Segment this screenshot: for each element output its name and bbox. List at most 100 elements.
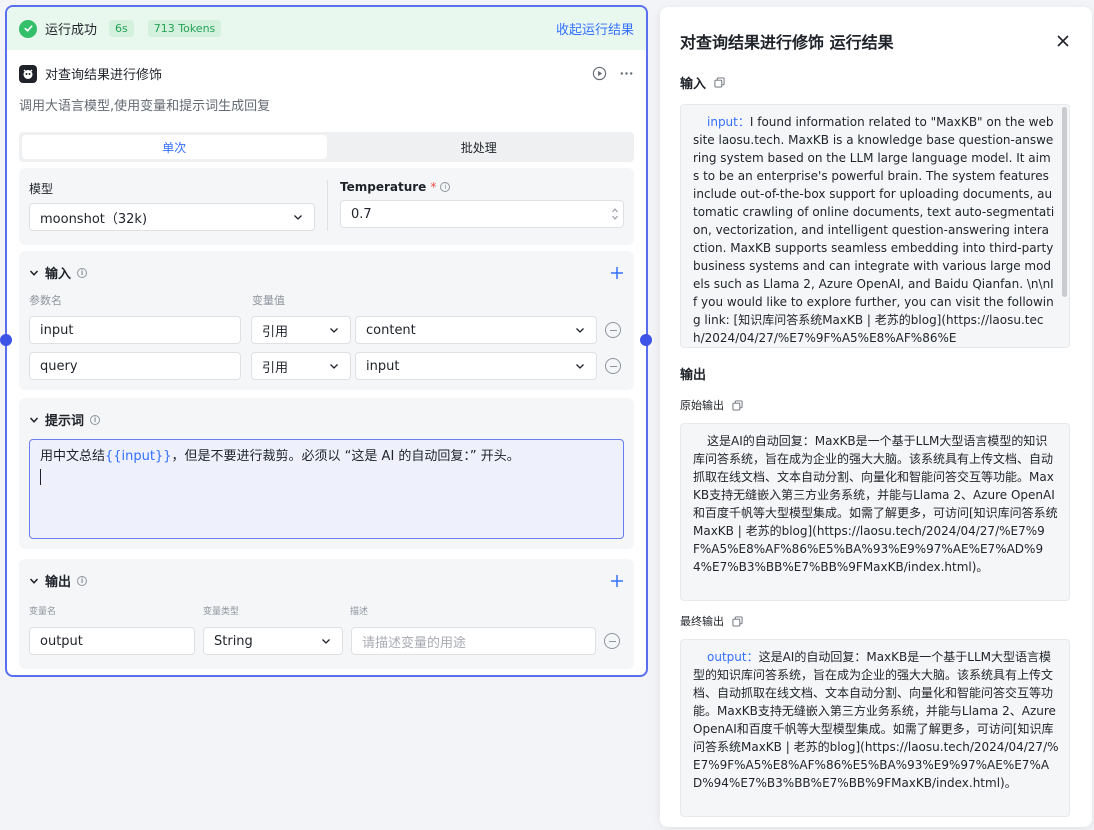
output-name-input[interactable]: output (29, 627, 195, 655)
ref-value-select[interactable]: input (355, 352, 597, 380)
param-name-input[interactable]: query (29, 352, 241, 380)
add-output-icon[interactable] (610, 574, 624, 588)
ref-type-value: 引用 (262, 360, 289, 376)
inputs-section: 输入 i 参数名 变量值 input 引用 content query 引用 i… (19, 251, 634, 390)
required-mark: * (430, 180, 437, 194)
model-label: 模型 (29, 182, 54, 196)
inputs-title: 输入 (45, 267, 72, 282)
add-input-icon[interactable] (610, 266, 624, 280)
info-icon: i (440, 182, 451, 192)
output-description-input[interactable]: 请描述变量的用途 (351, 627, 596, 655)
output-type-select[interactable]: String (203, 627, 343, 655)
col-var-name: 变量名 (29, 607, 57, 617)
input-result-box[interactable]: input：I found information related to "Ma… (680, 104, 1070, 348)
model-value: moonshot（32k) (40, 211, 148, 227)
input-label: 输入 (680, 77, 707, 92)
prompt-section: 提示词 i 用中文总结{{input}}，但是不要进行裁剪。必须以 “这是 AI… (19, 398, 634, 549)
temperature-label: Temperature * i (340, 180, 624, 194)
chevron-down-icon[interactable] (29, 576, 39, 586)
remove-row-icon[interactable] (605, 322, 621, 338)
temperature-label-text: Temperature (340, 180, 427, 194)
col-var-type: 变量类型 (203, 607, 240, 617)
success-check-icon (19, 19, 37, 38)
ref-type-select[interactable]: 引用 (251, 316, 351, 344)
chevron-down-icon[interactable] (29, 415, 39, 425)
input-key: input： (707, 115, 750, 129)
final-output-key: output： (707, 650, 759, 664)
node-description: 调用大语言模型,使用变量和提示词生成回复 (19, 99, 271, 114)
chevron-down-icon[interactable] (29, 268, 39, 278)
ref-type-value: 引用 (262, 324, 289, 340)
input-row: query 引用 input (29, 352, 624, 380)
ref-value: content (366, 322, 416, 338)
output-type-value: String (214, 633, 253, 649)
param-name-input[interactable]: input (29, 316, 241, 344)
info-icon: i (90, 414, 101, 425)
ref-type-select[interactable]: 引用 (251, 352, 351, 380)
param-name-value: query (40, 358, 78, 374)
final-output-box[interactable]: output：这是AI的自动回复：MaxKB是一个基于LLM大型语言模型的知识库… (680, 639, 1070, 817)
copy-icon[interactable] (714, 77, 725, 88)
llm-node[interactable]: 运行成功 6s 713 Tokens 收起运行结果 对查询结果进行修饰 调用大语… (5, 5, 648, 677)
tokens-badge: 713 Tokens (147, 20, 222, 37)
final-output-text: 这是AI的自动回复：MaxKB是一个基于LLM大型语言模型的知识库问答系统，旨在… (693, 650, 1059, 790)
run-icon[interactable] (592, 66, 607, 81)
temperature-value: 0.7 (351, 206, 372, 222)
duration-badge: 6s (109, 20, 134, 37)
model-select[interactable]: moonshot（32k) (29, 203, 315, 231)
run-status-bar: 运行成功 6s 713 Tokens 收起运行结果 (7, 7, 646, 50)
col-param-name: 参数名 (29, 294, 62, 307)
prompt-editor[interactable]: 用中文总结{{input}}，但是不要进行裁剪。必须以 “这是 AI 的自动回复… (29, 439, 624, 539)
output-row: output String 请描述变量的用途 (29, 627, 624, 655)
raw-output-box[interactable]: 这是AI的自动回复：MaxKB是一个基于LLM大型语言模型的知识库问答系统，旨在… (680, 423, 1070, 601)
text-caret (40, 468, 41, 485)
chevron-down-icon (330, 364, 338, 369)
more-icon[interactable] (619, 66, 634, 81)
mode-tabs: 单次 批处理 (19, 132, 634, 162)
input-text: I found information related to "MaxKB" o… (693, 115, 1055, 345)
run-result-panel: 对查询结果进行修饰 运行结果 输入 input：I found informat… (660, 7, 1092, 827)
input-row: input 引用 content (29, 316, 624, 344)
tab-single[interactable]: 单次 (22, 135, 327, 159)
remove-row-icon[interactable] (604, 633, 620, 649)
llm-logo-icon (19, 64, 37, 83)
prompt-text-after: ，但是不要进行裁剪。必须以 “这是 AI 的自动回复：” 开头。 (171, 449, 520, 464)
remove-row-icon[interactable] (605, 358, 621, 374)
tab-batch[interactable]: 批处理 (327, 135, 632, 159)
chevron-down-icon (576, 364, 584, 369)
ref-value-select[interactable]: content (355, 316, 597, 344)
prompt-variable: {{input}} (105, 449, 172, 464)
ref-value: input (366, 358, 400, 374)
raw-output-label: 原始输出 (680, 399, 724, 412)
prompt-text-before: 用中文总结 (40, 449, 106, 464)
col-description: 描述 (350, 607, 369, 617)
node-header: 对查询结果进行修饰 (7, 50, 646, 89)
final-output-label: 最终输出 (680, 615, 724, 628)
copy-icon[interactable] (732, 615, 743, 627)
output-label: 输出 (680, 368, 707, 383)
chevron-down-icon (322, 639, 330, 644)
raw-output-text: 这是AI的自动回复：MaxKB是一个基于LLM大型语言模型的知识库问答系统，旨在… (693, 434, 1058, 574)
outputs-title: 输出 (45, 575, 72, 590)
info-icon: i (77, 267, 88, 278)
temperature-input[interactable]: 0.7 (340, 200, 624, 228)
outputs-section: 输出 i 变量名 变量类型 描述 output String 请描述变量的用途 (19, 559, 634, 669)
col-var-value: 变量值 (252, 294, 285, 307)
output-name-value: output (40, 633, 83, 649)
collapse-results-link[interactable]: 收起运行结果 (556, 19, 634, 38)
scrollbar[interactable] (1062, 107, 1067, 297)
model-section: 模型 moonshot（32k) Temperature * i 0.7 (19, 168, 634, 245)
input-connector-handle[interactable] (0, 334, 12, 346)
chevron-down-icon (576, 328, 584, 333)
status-text: 运行成功 (45, 23, 98, 38)
close-icon[interactable] (1056, 34, 1070, 48)
copy-icon[interactable] (732, 399, 743, 411)
section-divider (327, 180, 328, 231)
chevron-down-icon (294, 215, 302, 220)
output-connector-handle[interactable] (640, 334, 652, 346)
info-icon: i (77, 575, 88, 586)
node-title: 对查询结果进行修饰 (45, 68, 163, 83)
panel-title: 对查询结果进行修饰 运行结果 (680, 33, 894, 52)
stepper-icon[interactable] (611, 205, 619, 223)
param-name-value: input (40, 322, 74, 338)
